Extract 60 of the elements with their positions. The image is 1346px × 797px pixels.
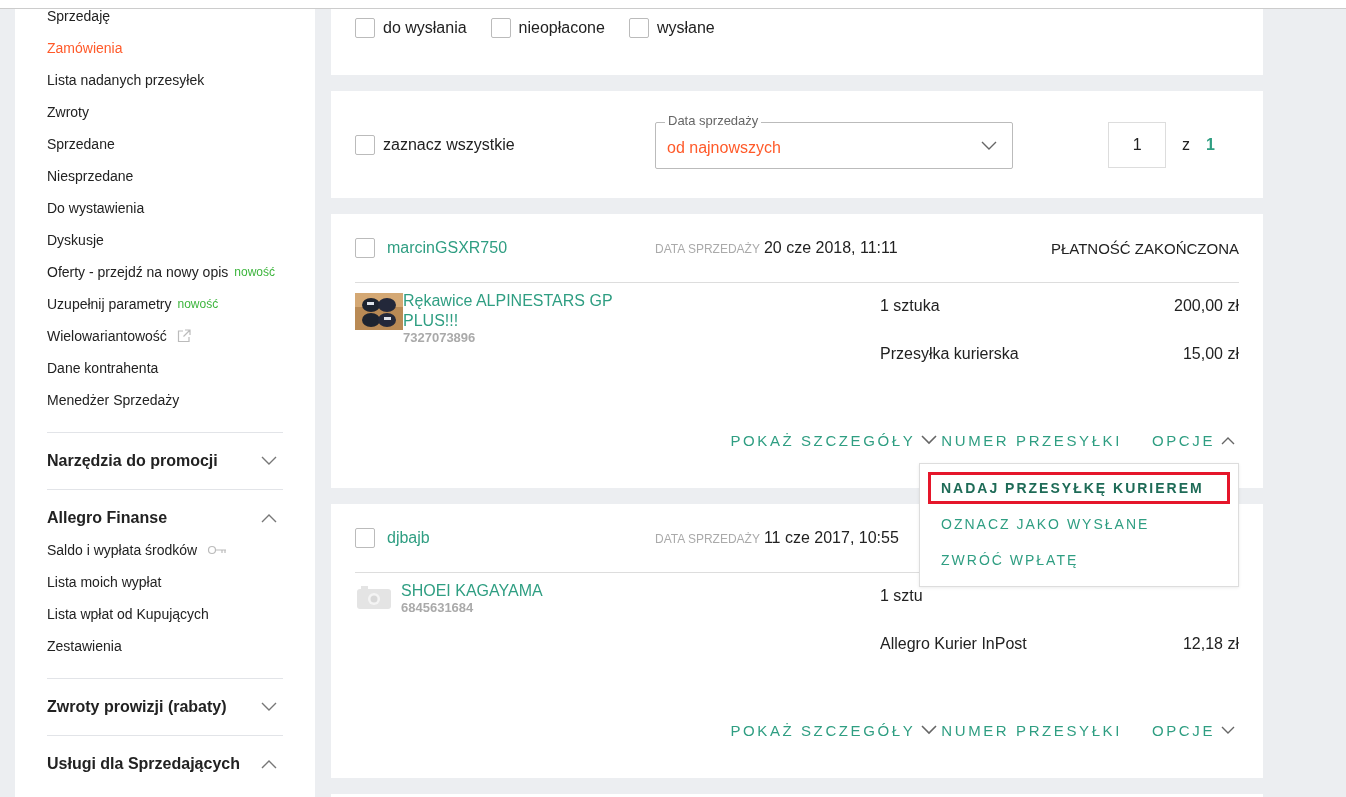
sidebar-item[interactable]: Saldo i wypłata środków xyxy=(47,542,198,558)
shipping-price: 12,18 zł xyxy=(1182,635,1239,653)
chevron-up-icon[interactable] xyxy=(261,513,277,523)
chevron-down-icon[interactable] xyxy=(921,435,938,445)
checkbox[interactable] xyxy=(628,18,649,38)
section-title[interactable]: Allegro Finanse xyxy=(47,509,168,527)
sidebar-item[interactable]: Sprzedaję xyxy=(47,8,111,24)
sidebar-item[interactable]: Oferty - przejdź na nowy opis xyxy=(47,264,229,280)
quantity: 1 sztuka xyxy=(880,297,940,315)
checkbox[interactable] xyxy=(490,18,511,38)
sidebar-item[interactable]: Dyskusje xyxy=(47,232,104,248)
chevron-up-icon[interactable] xyxy=(1221,435,1235,445)
sidebar-item[interactable]: Menedżer Sprzedaży xyxy=(47,392,180,408)
quantity: 1 sztu xyxy=(880,587,923,605)
chevron-down-icon xyxy=(981,140,997,151)
sidebar-item[interactable]: Dane kontrahenta xyxy=(47,360,159,376)
chevron-down-icon[interactable] xyxy=(1221,725,1235,735)
date-label: DATA SPRZEDAŻY xyxy=(655,532,760,546)
section-title[interactable]: Zwroty prowizji (rabaty) xyxy=(47,698,227,716)
sidebar-item[interactable]: Lista moich wypłat xyxy=(47,574,162,590)
item-price: 200,00 zł xyxy=(1174,297,1239,315)
checkbox[interactable] xyxy=(355,238,375,258)
select-legend: Data sprzedaży xyxy=(665,113,762,129)
checkbox[interactable] xyxy=(355,18,375,38)
sidebar-item[interactable]: Zwroty xyxy=(47,104,89,120)
checkbox-label[interactable]: zaznacz wszystkie xyxy=(383,135,515,154)
sidebar-item[interactable]: Lista nadanych przesyłek xyxy=(47,72,205,88)
checkbox-label[interactable]: wysłane xyxy=(656,19,715,37)
date-label: DATA SPRZEDAŻY xyxy=(655,242,760,256)
shipping-method: Przesyłka kurierska xyxy=(880,345,1019,363)
section-title[interactable]: Usługi dla Sprzedających xyxy=(47,755,240,773)
checkbox-label[interactable]: nieopłacone xyxy=(518,19,605,37)
menu-item[interactable]: NADAJ PRZESYŁKĘ KURIEREM xyxy=(928,472,1230,504)
sidebar-item[interactable]: Do wystawienia xyxy=(47,200,145,216)
payment-status: PŁATNOŚĆ ZAKOŃCZONA xyxy=(1050,239,1239,257)
item-id: 7327073896 xyxy=(403,331,477,345)
sidebar-item[interactable]: Niesprzedane xyxy=(47,168,134,184)
item-id: 6845631684 xyxy=(401,601,475,615)
sidebar-item[interactable]: Lista wpłat od Kupujących xyxy=(47,606,209,622)
chevron-down-icon[interactable] xyxy=(261,456,277,466)
checkbox-label[interactable]: do wysłania xyxy=(383,19,467,37)
chevron-down-icon[interactable] xyxy=(921,725,938,735)
new-label: nowość xyxy=(234,265,275,279)
section-title[interactable]: Narzędzia do promocji xyxy=(47,452,218,470)
sale-date: 11 cze 2017, 10:55 xyxy=(763,529,899,547)
chevron-down-icon[interactable] xyxy=(261,702,277,712)
shipping-price: 15,00 zł xyxy=(1182,345,1239,363)
page-separator: z xyxy=(1182,135,1191,154)
sidebar-item[interactable]: Uzupełnij parametry xyxy=(47,296,172,312)
new-label: nowość xyxy=(177,297,219,311)
page-field[interactable]: 1 xyxy=(1108,121,1167,168)
shipping-method: Allegro Kurier InPost xyxy=(880,635,1027,653)
sale-date: 20 cze 2018, 11:11 xyxy=(763,239,898,257)
checkbox[interactable] xyxy=(355,528,375,548)
sidebar-item[interactable]: Wielowariantowość xyxy=(47,328,167,344)
chevron-up-icon[interactable] xyxy=(261,759,277,769)
checkbox[interactable] xyxy=(355,134,375,155)
sidebar-item[interactable]: Zestawienia xyxy=(47,638,122,654)
sort-select[interactable]: Data sprzedaży od najnowszych xyxy=(655,113,1013,169)
sidebar-item[interactable]: Sprzedane xyxy=(47,136,115,152)
